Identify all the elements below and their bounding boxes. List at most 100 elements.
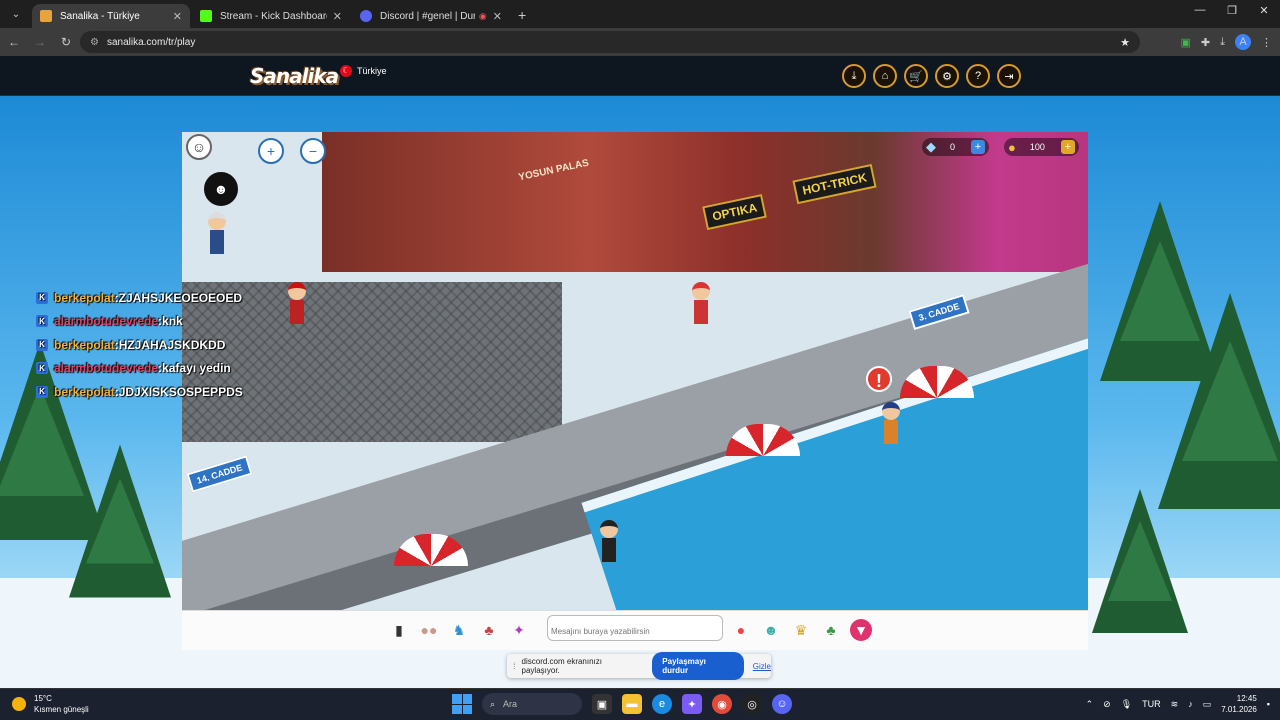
phone-icon[interactable]: ▮ xyxy=(388,619,410,641)
window-controls: — ❐ ✕ xyxy=(1184,4,1280,17)
bag-icon[interactable]: ♣ xyxy=(478,619,500,641)
task-view-icon[interactable]: ▣ xyxy=(592,694,612,714)
buy-diamond-button[interactable]: + xyxy=(971,140,986,154)
close-tab-icon[interactable]: ✕ xyxy=(333,10,342,23)
temperature: 15°C xyxy=(34,694,52,703)
edge-icon[interactable]: e xyxy=(652,694,672,714)
chat-username: alarmbotudevrede xyxy=(54,361,159,376)
alert-icon[interactable]: ! xyxy=(866,366,892,392)
tab-kick[interactable]: Stream - Kick Dashboard ✕ xyxy=(192,4,350,28)
microphone-icon[interactable]: 🎙 xyxy=(1121,699,1132,710)
wifi-icon[interactable]: ≋ xyxy=(1171,699,1179,710)
download-icon[interactable]: ⤓ xyxy=(1220,36,1225,49)
profile-avatar[interactable]: ☺ xyxy=(186,134,212,160)
close-tab-icon[interactable]: ✕ xyxy=(493,10,502,23)
back-icon[interactable]: ← xyxy=(2,35,26,49)
zoom-in-icon[interactable]: + xyxy=(258,138,284,164)
tab-search-icon[interactable]: ⌄ xyxy=(4,2,28,26)
close-tab-icon[interactable]: ✕ xyxy=(173,10,182,23)
copilot-icon[interactable]: ✦ xyxy=(682,694,702,714)
logout-icon[interactable]: ⇥ xyxy=(997,64,1021,88)
home-icon[interactable]: ⌂ xyxy=(873,64,897,88)
hide-link[interactable]: Gizle xyxy=(753,662,771,671)
discord-favicon-icon xyxy=(360,10,372,22)
stop-sharing-button[interactable]: Paylaşmayı durdur xyxy=(652,652,744,680)
search-icon: ⌕ xyxy=(490,698,496,709)
speech-bubble-icon[interactable]: ● xyxy=(730,619,752,641)
dance-icon[interactable]: ✦ xyxy=(508,619,530,641)
battery-icon[interactable]: ▭ xyxy=(1203,699,1212,710)
taskbar-search[interactable]: ⌕ Ara xyxy=(482,693,582,715)
npc-avatar[interactable] xyxy=(882,402,900,446)
pet-icon[interactable]: ☻ xyxy=(760,619,782,641)
site-info-icon[interactable]: ⚙ xyxy=(90,37,99,48)
street-sign-14-cadde[interactable]: 14. CADDE xyxy=(186,455,253,493)
extension-icon[interactable]: ▣ xyxy=(1181,36,1191,49)
sun-icon xyxy=(12,697,26,711)
island-icon[interactable]: ♣ xyxy=(820,619,842,641)
chrome-icon[interactable]: ◉ xyxy=(712,694,732,714)
chat-message: K alarmbotudevrede : kafayı yedin xyxy=(36,357,243,381)
minimize-icon[interactable]: — xyxy=(1184,4,1216,17)
share-status-text: discord.com ekranınızı paylaşıyor. xyxy=(521,657,602,675)
file-explorer-icon[interactable]: ▬ xyxy=(622,694,642,714)
help-icon[interactable]: ? xyxy=(966,64,990,88)
trophy-icon[interactable]: ♛ xyxy=(790,619,812,641)
network-off-icon[interactable]: ⊘ xyxy=(1103,699,1111,710)
reload-icon[interactable]: ↻ xyxy=(54,35,78,49)
game-canvas[interactable]: OPTIKA HOT-TRICK YOSUN PALAS 3. CADDE 14… xyxy=(182,132,1088,610)
volume-icon[interactable]: ♪ xyxy=(1188,699,1193,709)
menu-dots-icon[interactable]: ⋮ xyxy=(1261,36,1272,49)
coin-icon: ● xyxy=(1008,139,1016,155)
friends-icon[interactable]: ●● xyxy=(418,619,440,641)
diamond-counter: ◆ 0 + xyxy=(922,138,990,156)
notification-icon[interactable]: ▪ xyxy=(1267,699,1270,709)
language-indicator[interactable]: TUR xyxy=(1142,699,1161,709)
address-bar[interactable]: ⚙ sanalika.com/tr/play ★ xyxy=(80,31,1140,53)
tray-chevron-icon[interactable]: ⌃ xyxy=(1086,699,1094,710)
time: 12:45 xyxy=(1236,694,1257,703)
windows-start-icon[interactable] xyxy=(452,694,472,714)
obs-icon[interactable]: ◎ xyxy=(742,694,762,714)
sanalika-favicon-icon xyxy=(40,10,52,22)
close-window-icon[interactable]: ✕ xyxy=(1248,4,1280,17)
forward-icon[interactable]: → xyxy=(28,35,52,49)
recording-icon: ◉ xyxy=(478,10,487,21)
system-tray: ⌃ ⊘ 🎙 TUR ≋ ♪ ▭ 12:45 7.01.2026 ▪ xyxy=(1086,693,1270,715)
settings-icon[interactable]: ⚙ xyxy=(935,64,959,88)
coin-count: 100 xyxy=(1029,142,1045,152)
discord-icon[interactable]: ☺ xyxy=(772,694,792,714)
diamond-count: 0 xyxy=(950,142,956,152)
buy-coin-button[interactable]: + xyxy=(1060,140,1075,154)
zoom-out-icon[interactable]: − xyxy=(300,138,326,164)
bookmark-star-icon[interactable]: ★ xyxy=(1120,36,1130,49)
kick-icon: K xyxy=(36,385,48,398)
tab-sanalika[interactable]: Sanalika - Türkiye ✕ xyxy=(32,4,190,28)
npc-avatar[interactable] xyxy=(692,282,710,326)
profile-avatar[interactable]: A xyxy=(1235,34,1251,50)
cart-icon[interactable]: 🛒 xyxy=(904,64,928,88)
chat-input[interactable] xyxy=(547,615,723,641)
kick-icon: K xyxy=(36,338,48,351)
country-selector[interactable]: ☾ Türkiye xyxy=(340,65,387,77)
weather-widget[interactable]: 15°C Kısmen güneşli xyxy=(12,693,89,715)
npc-avatar[interactable] xyxy=(288,282,306,326)
extensions-puzzle-icon[interactable]: ✚ xyxy=(1201,36,1210,49)
emote-face-icon[interactable]: ☻ xyxy=(204,172,238,206)
player-avatar[interactable] xyxy=(600,520,618,564)
menu-arrow-icon[interactable]: ▼ xyxy=(850,619,872,641)
chat-message: K berkepolat : JDJXISKSOSPEPPDS xyxy=(36,380,243,404)
new-tab-icon[interactable]: + xyxy=(518,7,526,23)
chat-text: ZJAHSJKEOEOEOED xyxy=(118,290,243,305)
tab-discord[interactable]: Discord | #genel | Durum B... ◉ ✕ xyxy=(352,4,510,28)
clothes-icon[interactable]: ♞ xyxy=(448,619,470,641)
maximize-icon[interactable]: ❐ xyxy=(1216,4,1248,17)
clock[interactable]: 12:45 7.01.2026 xyxy=(1221,693,1257,715)
kick-icon: K xyxy=(36,291,48,304)
download-icon[interactable]: ⤓ xyxy=(842,64,866,88)
sanalika-logo[interactable]: Sanalika xyxy=(250,64,339,88)
chat-username: alarmbotudevrede xyxy=(54,314,159,329)
turkey-flag-icon: ☾ xyxy=(340,65,352,77)
drag-handle-icon[interactable]: ⁞ xyxy=(513,661,516,671)
npc-avatar[interactable] xyxy=(208,212,226,256)
